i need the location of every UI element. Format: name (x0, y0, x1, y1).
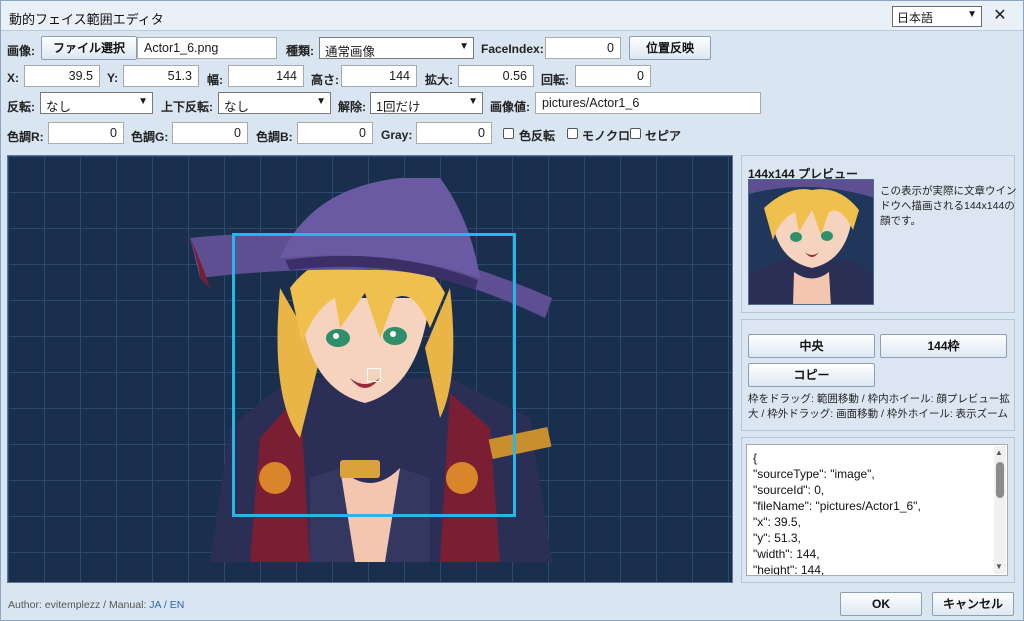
chevron-down-icon: ▼ (459, 41, 469, 52)
release-label: 解除: (338, 100, 366, 114)
frame-144-button[interactable]: 144枠 (880, 334, 1007, 358)
tone-b-field[interactable]: 0 (297, 122, 373, 144)
center-button[interactable]: 中央 (748, 334, 875, 358)
mono-label: モノクロ (582, 129, 631, 143)
preview-portrait (749, 180, 873, 304)
manual-en-link[interactable]: EN (170, 599, 185, 611)
release-value: 1回だけ (376, 100, 421, 114)
rotate-field[interactable]: 0 (575, 65, 651, 87)
flip-select[interactable]: なし ▼ (40, 92, 153, 114)
manual-ja-link[interactable]: JA (149, 599, 161, 611)
type-select[interactable]: 通常画像 ▼ (319, 37, 474, 59)
chevron-down-icon: ▼ (316, 96, 326, 107)
json-line: "fileName": "pictures/Actor1_6", (753, 499, 921, 513)
width-field[interactable]: 144 (228, 65, 304, 87)
link-separator: / (160, 599, 170, 611)
chevron-down-icon: ▼ (967, 9, 977, 20)
copy-button[interactable]: コピー (748, 363, 875, 387)
invert-label: 色反転 (519, 129, 556, 143)
apply-position-button[interactable]: 位置反映 (629, 36, 711, 60)
close-icon[interactable]: ✕ (991, 8, 1009, 26)
ok-button[interactable]: OK (840, 592, 922, 616)
height-label: 高さ: (311, 73, 339, 87)
width-label: 幅: (207, 73, 223, 87)
height-field[interactable]: 144 (341, 65, 417, 87)
scroll-down-icon[interactable]: ▼ (995, 562, 1003, 571)
json-line: "height": 144, (753, 563, 825, 576)
help-text: 枠をドラッグ: 範囲移動 / 枠内ホイール: 顔プレビュー拡大 / 枠外ドラッグ… (748, 393, 1010, 420)
editor-canvas[interactable] (7, 155, 733, 583)
frame-center-marker[interactable] (367, 368, 381, 382)
footer-credits: Author: evitemplezz / Manual: JA / EN (8, 599, 184, 611)
window-title: 動的フェイス範囲エディタ (9, 12, 164, 27)
json-line: "sourceId": 0, (753, 483, 825, 497)
image-value-field[interactable]: pictures/Actor1_6 (535, 92, 761, 114)
gray-label: Gray: (381, 128, 413, 142)
preview-description: この表示が実際に文章ウインドウへ描画される144x144の顔です。 (880, 185, 1017, 227)
json-line: "y": 51.3, (753, 531, 801, 545)
json-line: "width": 144, (753, 547, 820, 561)
scroll-up-icon[interactable]: ▲ (995, 448, 1003, 457)
vflip-value: なし (224, 100, 250, 114)
title-bar: 動的フェイス範囲エディタ 日本語 ▼ ✕ (1, 1, 1023, 31)
faceindex-label: FaceIndex: (481, 42, 544, 56)
gray-field[interactable]: 0 (416, 122, 492, 144)
mono-checkbox[interactable] (567, 128, 578, 139)
x-field[interactable]: 39.5 (24, 65, 100, 87)
tone-g-field[interactable]: 0 (172, 122, 248, 144)
image-label: 画像: (7, 44, 35, 58)
cancel-button[interactable]: キャンセル (932, 592, 1014, 616)
vflip-select[interactable]: なし ▼ (218, 92, 331, 114)
author-text: Author: evitemplezz / Manual: (8, 599, 150, 611)
language-select[interactable]: 日本語 ▼ (892, 6, 982, 27)
sepia-label: セピア (645, 129, 682, 143)
rotate-label: 回転: (541, 73, 569, 87)
json-line: "sourceType": "image", (753, 467, 875, 481)
json-line: "x": 39.5, (753, 515, 801, 529)
faceindex-field[interactable]: 0 (545, 37, 621, 59)
tone-b-label: 色調B: (256, 130, 293, 144)
scale-label: 拡大: (425, 73, 453, 87)
y-label: Y: (107, 71, 119, 85)
type-label: 種類: (286, 44, 314, 58)
tone-r-field[interactable]: 0 (48, 122, 124, 144)
type-value: 通常画像 (325, 45, 376, 59)
flip-label: 反転: (7, 100, 35, 114)
editor-window: 動的フェイス範囲エディタ 日本語 ▼ ✕ 画像: ファイル選択 Actor1_6… (0, 0, 1024, 621)
chevron-down-icon: ▼ (468, 96, 478, 107)
invert-checkbox[interactable] (503, 128, 514, 139)
image-value-label: 画像値: (490, 100, 530, 114)
json-line: { (753, 451, 758, 465)
scale-field[interactable]: 0.56 (458, 65, 534, 87)
y-field[interactable]: 51.3 (123, 65, 199, 87)
x-label: X: (7, 71, 19, 85)
face-preview[interactable] (748, 179, 874, 305)
flip-value: なし (46, 100, 72, 114)
sepia-checkbox[interactable] (630, 128, 641, 139)
tone-r-label: 色調R: (7, 130, 44, 144)
json-output[interactable]: { "sourceType": "image", "sourceId": 0, … (746, 444, 1008, 576)
vflip-label: 上下反転: (161, 100, 213, 114)
chevron-down-icon: ▼ (138, 96, 148, 107)
language-value: 日本語 (897, 11, 934, 25)
file-name-field[interactable]: Actor1_6.png (137, 37, 277, 59)
json-scrollbar[interactable]: ▲ ▼ (994, 446, 1006, 574)
release-select[interactable]: 1回だけ ▼ (370, 92, 483, 114)
file-select-button[interactable]: ファイル選択 (41, 36, 137, 60)
scroll-thumb[interactable] (996, 462, 1004, 498)
tone-g-label: 色調G: (131, 130, 169, 144)
